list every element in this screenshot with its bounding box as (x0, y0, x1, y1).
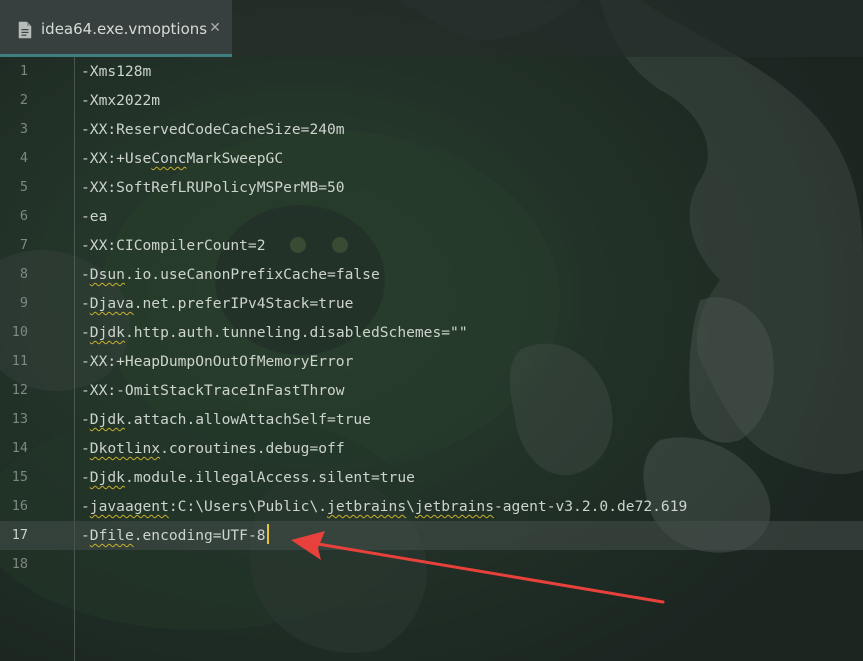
code-token: - (81, 527, 90, 544)
code-token: -agent-v3.2.0.de72.619 (493, 498, 688, 515)
code-line[interactable]: 18 (0, 550, 863, 579)
code-token: - (81, 469, 90, 486)
editor-tab-bar: idea64.exe.vmoptions ✕ (0, 0, 863, 57)
line-number: 9 (19, 295, 28, 311)
line-number: 17 (11, 527, 28, 543)
line-number: 2 (19, 92, 28, 108)
code-token: -XX:+Use (81, 150, 152, 167)
spellcheck-word: Conc (151, 150, 187, 167)
text-caret (266, 524, 269, 544)
code-line[interactable]: 12 -XX:-OmitStackTraceInFastThrow (0, 376, 863, 405)
code-text: -Dsun.io.useCanonPrefixCache=false (81, 260, 380, 289)
line-number: 5 (19, 179, 28, 195)
code-token: :C:\Users\Public\. (168, 498, 328, 515)
code-line[interactable]: 4 -XX:+UseConcMarkSweepGC (0, 144, 863, 173)
code-token: .encoding=UTF-8 (133, 527, 266, 544)
code-text: -XX:CICompilerCount=2 (81, 231, 266, 260)
line-number: 10 (11, 324, 28, 340)
code-text: -ea (81, 202, 107, 231)
code-text: -XX:ReservedCodeCacheSize=240m (81, 115, 345, 144)
code-line[interactable]: 8 -Dsun.io.useCanonPrefixCache=false (0, 260, 863, 289)
code-line[interactable]: 15 -Djdk.module.illegalAccess.silent=true (0, 463, 863, 492)
code-text: -Dkotlinx.coroutines.debug=off (81, 434, 345, 463)
code-text: -XX:-OmitStackTraceInFastThrow (81, 376, 345, 405)
code-token: -Xms128m (81, 63, 152, 80)
spellcheck-word: Djava (89, 295, 134, 312)
code-token: - (81, 411, 90, 428)
code-line[interactable]: 14 -Dkotlinx.coroutines.debug=off (0, 434, 863, 463)
code-line[interactable]: 10 -Djdk.http.auth.tunneling.disabledSche… (0, 318, 863, 347)
code-line[interactable]: 13 -Djdk.attach.allowAttachSelf=true (0, 405, 863, 434)
line-number: 12 (11, 382, 28, 398)
spellcheck-word: jetbrains (414, 498, 494, 515)
code-token: -XX:CICompilerCount=2 (81, 237, 266, 254)
code-line[interactable]: 7 -XX:CICompilerCount=2 (0, 231, 863, 260)
code-text: -XX:+HeapDumpOnOutOfMemoryError (81, 347, 353, 376)
file-text-icon (18, 21, 32, 39)
code-token: -XX:ReservedCodeCacheSize=240m (81, 121, 345, 138)
code-token: -XX:-OmitStackTraceInFastThrow (81, 382, 345, 399)
code-token: - (81, 440, 90, 457)
code-token: -ea (81, 208, 108, 225)
code-text: -Djdk.attach.allowAttachSelf=true (81, 405, 371, 434)
code-token: -XX:+HeapDumpOnOutOfMemoryError (81, 353, 354, 370)
line-number: 6 (19, 208, 28, 224)
tab-label: idea64.exe.vmoptions (41, 20, 208, 38)
line-number: 3 (19, 121, 28, 137)
close-icon[interactable]: ✕ (209, 21, 221, 35)
code-line[interactable]: 9 -Djava.net.preferIPv4Stack=true (0, 289, 863, 318)
code-token: .io.useCanonPrefixCache=false (124, 266, 380, 283)
spellcheck-word: Dsun (89, 266, 125, 283)
code-token: -XX:SoftRefLRUPolicyMSPerMB=50 (81, 179, 345, 196)
line-number: 13 (11, 411, 28, 427)
spellcheck-word: Djdk (89, 324, 125, 341)
code-text: -Xmx2022m (81, 86, 160, 115)
spellcheck-word: Djdk (89, 411, 125, 428)
code-line[interactable]: 3 -XX:ReservedCodeCacheSize=240m (0, 115, 863, 144)
spellcheck-word: javaagent (89, 498, 169, 515)
code-text: -Djava.net.preferIPv4Stack=true (81, 289, 353, 318)
code-token: - (81, 266, 90, 283)
line-number: 18 (11, 556, 28, 572)
code-editor[interactable]: 1 -Xms128m 2 -Xmx2022m 3 -XX:ReservedCodeCach… (0, 57, 863, 661)
code-text: -Djdk.http.auth.tunneling.disabledScheme… (81, 318, 468, 347)
code-line[interactable]: 2 -Xmx2022m (0, 86, 863, 115)
line-number: 14 (11, 440, 28, 456)
code-line[interactable]: 11 -XX:+HeapDumpOnOutOfMemoryError (0, 347, 863, 376)
code-token: .http.auth.tunneling.disabledSchemes="" (124, 324, 468, 341)
spellcheck-word: jetbrains (327, 498, 407, 515)
code-text: -javaagent:C:\Users\Public\.jetbrains\je… (81, 492, 687, 521)
code-token: .module.illegalAccess.silent=true (124, 469, 415, 486)
code-token: - (81, 324, 90, 341)
code-text: -Djdk.module.illegalAccess.silent=true (81, 463, 415, 492)
code-token: .attach.allowAttachSelf=true (124, 411, 371, 428)
line-number: 11 (11, 353, 28, 369)
line-number: 1 (19, 63, 28, 79)
code-token: - (81, 295, 90, 312)
tab-idea64-vmoptions[interactable]: idea64.exe.vmoptions ✕ (0, 0, 232, 57)
spellcheck-word: Dkotlinx (89, 440, 161, 457)
line-number: 7 (19, 237, 28, 253)
code-token: MarkSweepGC (186, 150, 284, 167)
code-line[interactable]: 17 -Dfile.encoding=UTF-8 (0, 521, 863, 550)
line-number: 15 (11, 469, 28, 485)
line-number: 8 (19, 266, 28, 282)
line-number: 4 (19, 150, 28, 166)
code-token: .net.preferIPv4Stack=true (133, 295, 354, 312)
code-token: -Xmx2022m (81, 92, 161, 109)
spellcheck-word: Dfile (89, 527, 134, 544)
code-line[interactable]: 16 -javaagent:C:\Users\Public\.jetbrains\… (0, 492, 863, 521)
code-token: \ (406, 498, 415, 515)
code-line[interactable]: 6 -ea (0, 202, 863, 231)
code-token: .coroutines.debug=off (160, 440, 345, 457)
spellcheck-word: Djdk (89, 469, 125, 486)
code-text: -Xms128m (81, 57, 151, 86)
code-line[interactable]: 1 -Xms128m (0, 57, 863, 86)
code-text: -XX:+UseConcMarkSweepGC (81, 144, 283, 173)
line-number: 16 (11, 498, 28, 514)
code-text: -XX:SoftRefLRUPolicyMSPerMB=50 (81, 173, 345, 202)
code-token: - (81, 498, 90, 515)
code-line[interactable]: 5 -XX:SoftRefLRUPolicyMSPerMB=50 (0, 173, 863, 202)
code-text: -Dfile.encoding=UTF-8 (81, 521, 269, 550)
